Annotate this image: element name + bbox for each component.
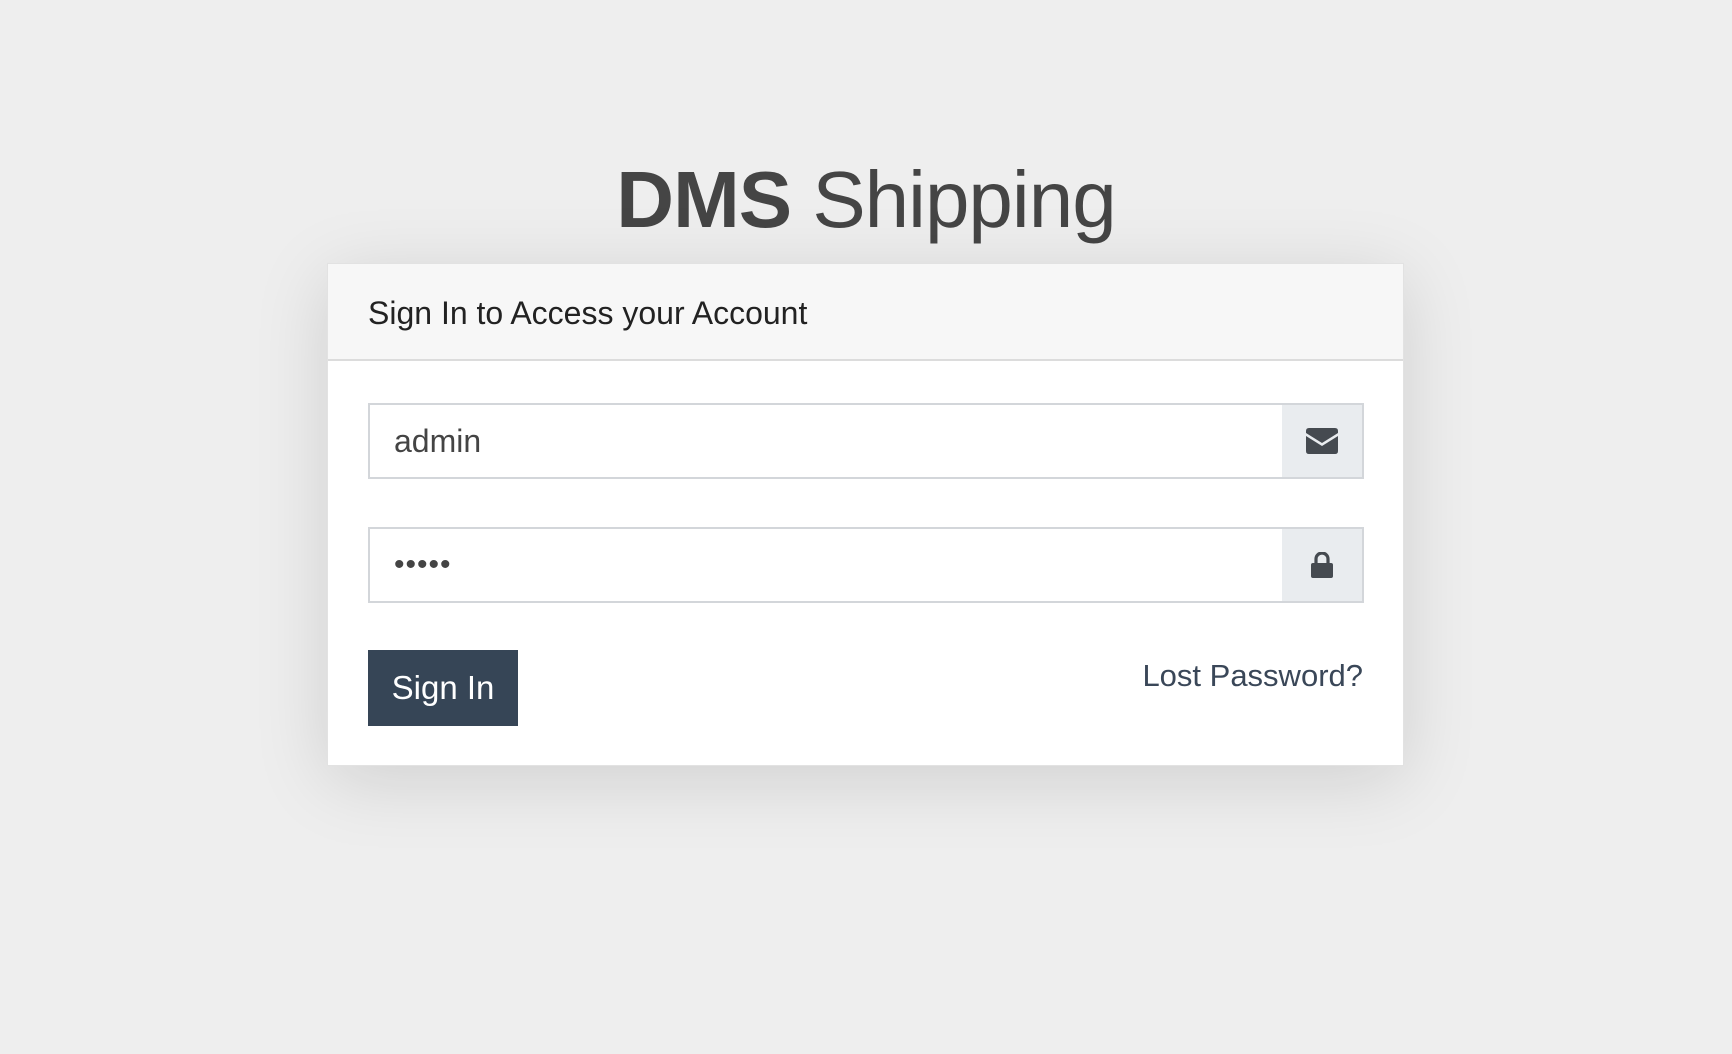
- username-input[interactable]: [370, 405, 1284, 477]
- lock-icon: [1311, 552, 1333, 578]
- password-input-group: [368, 527, 1364, 603]
- brand-title-light: Shipping: [812, 155, 1116, 244]
- login-card: Sign In to Access your Account Sign In L…: [327, 263, 1404, 766]
- envelope-icon: [1306, 428, 1338, 454]
- username-input-group: [368, 403, 1364, 479]
- password-input[interactable]: [370, 529, 1284, 601]
- password-addon: [1282, 529, 1362, 601]
- brand-title-bold: DMS: [616, 155, 792, 244]
- sign-in-button[interactable]: Sign In: [368, 650, 518, 726]
- brand-title: DMS Shipping: [0, 152, 1732, 248]
- login-card-title: Sign In to Access your Account: [368, 295, 808, 331]
- username-addon: [1282, 405, 1362, 477]
- lost-password-link[interactable]: Lost Password?: [1142, 657, 1363, 695]
- login-card-header: Sign In to Access your Account: [328, 264, 1403, 361]
